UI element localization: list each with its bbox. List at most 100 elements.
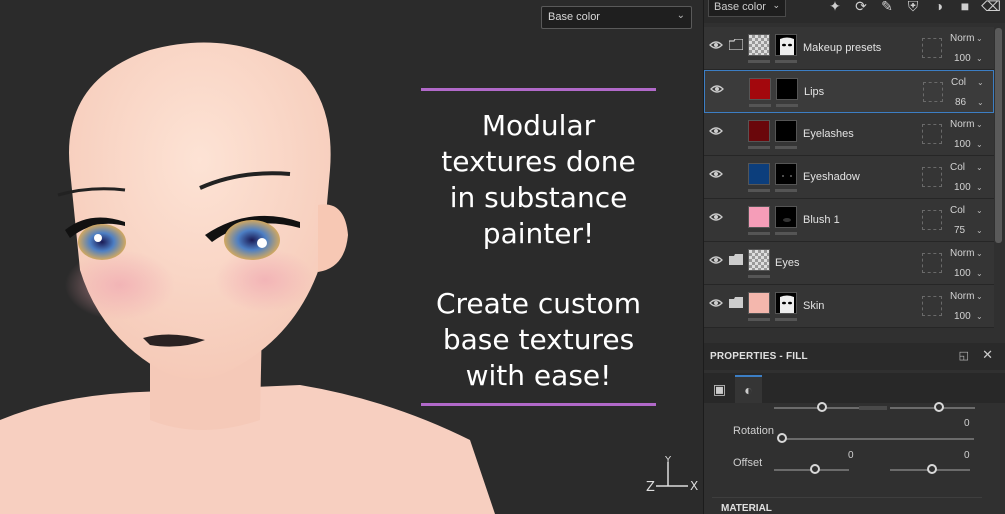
eye-icon[interactable] — [709, 126, 723, 136]
layer-opacity[interactable]: 100 — [954, 311, 971, 322]
smudge-icon[interactable]: ⟳ — [852, 0, 870, 14]
mask-slot[interactable] — [923, 82, 943, 102]
offset-y-value[interactable]: 0 — [964, 450, 970, 461]
rotation-knob[interactable] — [777, 433, 787, 443]
layer-channel-select[interactable]: Base color ⌄ — [708, 0, 786, 17]
layer-blush-1[interactable]: Blush 1 Col ⌄ 75 ⌄ — [704, 199, 994, 242]
gizmo-x-label: X — [690, 479, 698, 493]
layer-eyes[interactable]: Eyes Norm ⌄ 100 ⌄ — [704, 242, 994, 285]
promo-text-line: in substance — [449, 181, 628, 214]
rotation-value[interactable]: 0 — [964, 418, 970, 429]
properties-title: PROPERTIES - FILL — [710, 351, 808, 362]
section-divider — [712, 497, 982, 498]
layer-lips[interactable]: Lips Col ⌄ 86 ⌄ — [704, 70, 994, 113]
chevron-down-icon: ⌄ — [977, 98, 984, 107]
slider-knob[interactable] — [817, 402, 827, 412]
layer-scrollbar[interactable] — [995, 28, 1002, 243]
layer-opacity[interactable]: 100 — [954, 53, 971, 64]
lock-button[interactable] — [859, 406, 887, 410]
chevron-down-icon: ⌄ — [976, 54, 983, 63]
promo-text-line: Create custom — [435, 287, 642, 320]
mask-slot[interactable] — [922, 167, 942, 187]
mask-slot[interactable] — [922, 210, 942, 230]
mask-slot[interactable] — [922, 253, 942, 273]
promo-text-line: painter! — [482, 217, 595, 250]
layer-makeup-presets[interactable]: Makeup presets Norm ⌄ 100 ⌄ — [704, 27, 994, 70]
chevron-down-icon: ⌄ — [676, 10, 685, 21]
layer-name: Skin — [803, 300, 825, 312]
blend-mode[interactable]: Col — [950, 205, 965, 216]
offset-x-value[interactable]: 0 — [848, 450, 854, 461]
gizmo-y-label: Y — [664, 456, 672, 466]
layer-skin[interactable]: Skin Norm ⌄ 100 ⌄ — [704, 285, 994, 328]
layer-opacity[interactable]: 75 — [954, 225, 965, 236]
3d-viewport[interactable]: Base color ⌄ Modular textures done in su… — [0, 0, 703, 514]
settings-icon: ▣ — [712, 380, 727, 397]
promo-divider-top — [421, 88, 656, 91]
eye-icon[interactable] — [709, 40, 723, 50]
promo-text-line: textures done — [441, 145, 636, 178]
mask-icon[interactable]: ◑ — [930, 0, 948, 14]
promo-text-line: base textures — [442, 323, 635, 356]
mask-slot[interactable] — [922, 124, 942, 144]
paint-tool-icon[interactable]: ✦ — [826, 0, 844, 14]
fill-icon[interactable]: ⛨ — [904, 0, 922, 14]
chevron-down-icon: ⌄ — [977, 78, 984, 87]
layer-channel-label: Base color — [714, 1, 766, 13]
brush-icon[interactable]: ✎ — [878, 0, 896, 14]
properties-header: PROPERTIES - FILL ◱ ✕ — [704, 343, 1005, 370]
material-icon: ◐ — [744, 382, 753, 398]
slider-knob[interactable] — [934, 402, 944, 412]
layer-thumbnail — [748, 249, 770, 271]
layer-thumbnail — [748, 292, 770, 314]
mask-slot[interactable] — [922, 38, 942, 58]
layer-eyelashes[interactable]: Eyelashes Norm ⌄ 100 ⌄ — [704, 113, 994, 156]
layer-eyeshadow[interactable]: Eyeshadow Col ⌄ 100 ⌄ — [704, 156, 994, 199]
folder-icon — [729, 297, 743, 308]
maximize-icon[interactable]: ◱ — [959, 349, 969, 362]
eye-icon[interactable] — [709, 169, 723, 179]
mask-thumbnail — [775, 292, 797, 314]
chevron-down-icon: ⌄ — [976, 312, 983, 321]
layer-name: Blush 1 — [803, 214, 840, 226]
blend-mode[interactable]: Col — [951, 77, 966, 88]
tab-material[interactable]: ◐ — [735, 375, 762, 403]
promo-text-line: with ease! — [465, 359, 612, 392]
eye-icon[interactable] — [710, 84, 724, 94]
eye-icon[interactable] — [709, 212, 723, 222]
layer-thumbnail — [748, 120, 770, 142]
channel-select-label: Base color — [548, 11, 600, 23]
layer-opacity[interactable]: 100 — [954, 182, 971, 193]
layer-opacity[interactable]: 100 — [954, 139, 971, 150]
tab-fill-settings[interactable]: ▣ — [706, 375, 733, 403]
offset-x-knob[interactable] — [810, 464, 820, 474]
folder-icon — [729, 39, 743, 50]
eye-icon[interactable] — [709, 255, 723, 265]
blend-mode[interactable]: Col — [950, 162, 965, 173]
properties-tabs: ▣ ◐ — [704, 373, 1005, 403]
mask-thumbnail — [775, 206, 797, 228]
layer-name: Makeup presets — [803, 42, 882, 54]
chevron-down-icon: ⌄ — [772, 0, 780, 10]
layer-name: Eyeshadow — [803, 171, 860, 183]
blend-mode[interactable]: Norm — [950, 119, 974, 130]
material-section-title: MATERIAL — [721, 503, 772, 514]
channel-select[interactable]: Base color ⌄ — [541, 6, 692, 29]
blend-mode[interactable]: Norm — [950, 291, 974, 302]
promo-overlay: Modular textures done in substance paint… — [421, 88, 656, 406]
blend-mode[interactable]: Norm — [950, 248, 974, 259]
mask-thumbnail — [775, 120, 797, 142]
folder-icon — [729, 254, 743, 265]
mask-slot[interactable] — [922, 296, 942, 316]
layer-opacity[interactable]: 100 — [954, 268, 971, 279]
trash-icon[interactable]: ⌫ — [981, 0, 1001, 14]
offset-label: Offset — [733, 457, 763, 469]
folder-icon[interactable]: ■ — [956, 0, 974, 14]
layer-opacity[interactable]: 86 — [955, 97, 966, 108]
blend-mode[interactable]: Norm — [950, 33, 974, 44]
offset-y-knob[interactable] — [927, 464, 937, 474]
mask-thumbnail — [775, 34, 797, 56]
close-icon[interactable]: ✕ — [982, 347, 993, 363]
mask-thumbnail — [776, 78, 798, 100]
eye-icon[interactable] — [709, 298, 723, 308]
